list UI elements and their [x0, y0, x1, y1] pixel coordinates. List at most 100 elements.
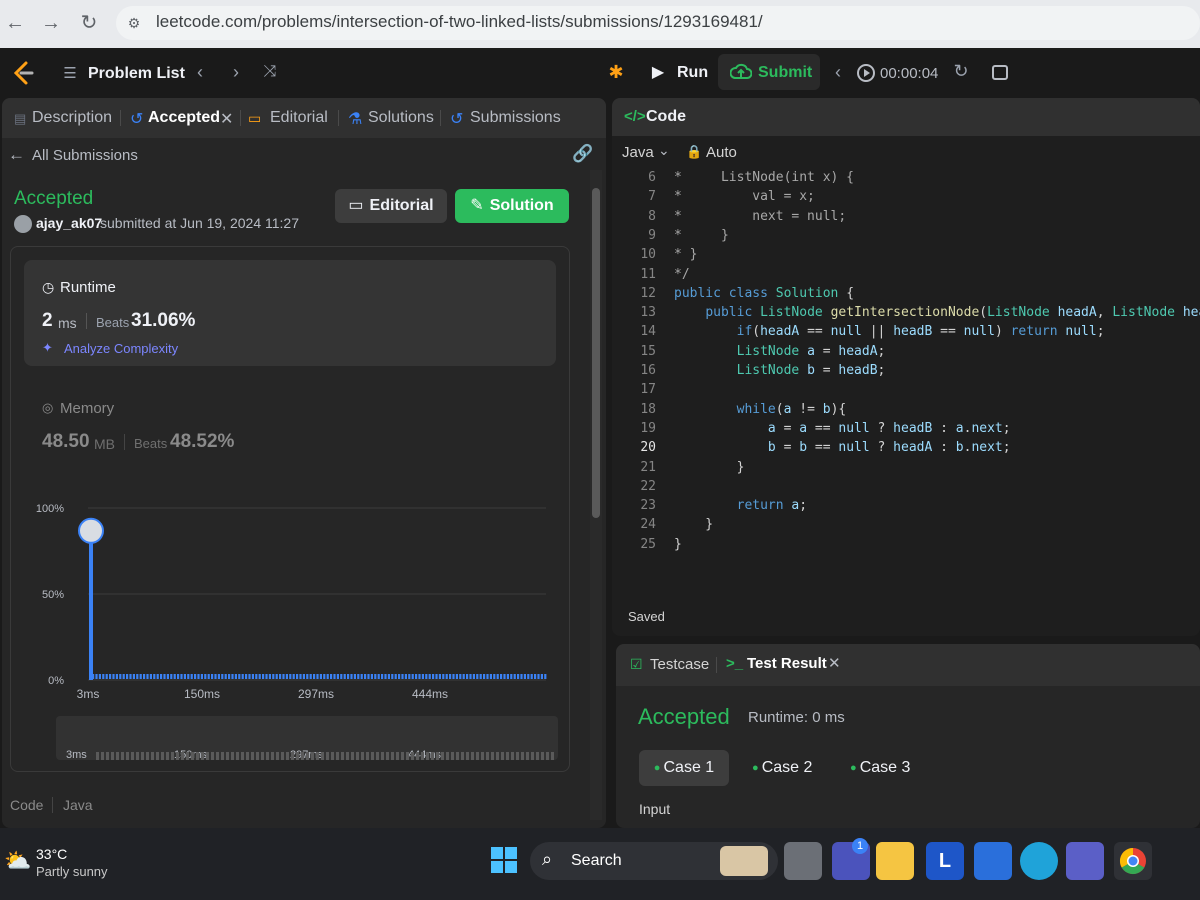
mini-bar — [306, 752, 309, 760]
memory-title[interactable]: Memory — [60, 400, 114, 417]
mini-bar — [426, 752, 429, 760]
code-line[interactable]: 7 * val = x; — [612, 187, 1200, 206]
edge-icon[interactable] — [1020, 842, 1058, 880]
distribution-bar — [357, 674, 360, 679]
mini-bar — [341, 752, 344, 760]
code-line[interactable]: 9 * } — [612, 226, 1200, 245]
mini-bar — [406, 752, 409, 760]
runtime-value: 2 — [42, 310, 53, 331]
code-line[interactable]: 23 return a; — [612, 496, 1200, 515]
tab-accepted[interactable]: Accepted — [148, 109, 220, 127]
reset-timer-icon[interactable]: ↻ — [950, 61, 972, 82]
run-button[interactable]: Run — [677, 64, 708, 82]
teams-icon[interactable] — [1066, 842, 1104, 880]
close-tab-icon[interactable]: ✕ — [220, 109, 233, 129]
leetcode-logo-icon[interactable] — [10, 60, 36, 88]
mini-bar — [526, 752, 529, 760]
language-select[interactable]: Java — [622, 144, 654, 161]
distribution-bar — [160, 674, 163, 679]
distribution-bar — [173, 674, 176, 679]
mini-bar — [351, 752, 354, 760]
chevron-right-icon[interactable]: › — [226, 62, 246, 83]
code-line[interactable]: 22 — [612, 477, 1200, 496]
distribution-bar — [500, 674, 503, 679]
code-line[interactable]: 8 * next = null; — [612, 207, 1200, 226]
file-explorer-icon[interactable] — [876, 842, 914, 880]
submit-label[interactable]: Submit — [758, 64, 812, 82]
chevron-left-icon[interactable]: ‹ — [190, 62, 210, 83]
distribution-bar — [415, 674, 418, 679]
timer-icon[interactable] — [856, 63, 876, 83]
code-line[interactable]: 20 b = b == null ? headA : b.next; — [612, 438, 1200, 457]
runtime-distribution-chart[interactable]: 100% 50% 0% 3ms 150ms 297ms 444ms — [30, 500, 560, 710]
distribution-bar — [333, 674, 336, 679]
tab-description[interactable]: Description — [32, 109, 112, 127]
analyze-complexity-link[interactable]: Analyze Complexity — [64, 341, 178, 356]
chevron-down-icon[interactable]: ⌄ — [658, 142, 670, 159]
code-line[interactable]: 6 * ListNode(int x) { — [612, 168, 1200, 187]
debug-icon[interactable]: ✱ — [604, 62, 628, 83]
mail-icon[interactable] — [974, 842, 1012, 880]
windows-start-icon[interactable] — [490, 846, 518, 874]
mini-bar — [531, 752, 534, 760]
collapse-timer-icon[interactable]: ‹ — [828, 62, 848, 83]
flask-icon: ⚗ — [348, 111, 363, 128]
mini-bar — [366, 752, 369, 760]
site-settings-icon[interactable]: ⚙ — [122, 12, 146, 34]
code-line[interactable]: 24 } — [612, 515, 1200, 534]
arrow-left-icon[interactable]: ← — [8, 145, 25, 165]
weather-icon[interactable]: ⛅ — [4, 848, 31, 874]
code-editor[interactable]: 6 * ListNode(int x) {7 * val = x; 8 * next =… — [612, 168, 1200, 588]
shuffle-icon[interactable]: ⤨ — [258, 63, 282, 81]
close-tab-icon[interactable]: ✕ — [828, 654, 841, 672]
tab-testcase[interactable]: Testcase — [650, 656, 709, 673]
reload-icon[interactable]: ↻ — [76, 10, 102, 36]
left-scrollbar-thumb[interactable] — [592, 188, 600, 518]
code-line[interactable]: 18 while(a != b){ — [612, 400, 1200, 419]
username[interactable]: ajay_ak07 — [36, 215, 102, 231]
tab-solutions[interactable]: Solutions — [368, 109, 434, 127]
solution-button[interactable]: ✎ Solution — [455, 189, 569, 223]
mini-bar — [116, 752, 119, 760]
tab-submissions[interactable]: Submissions — [470, 109, 561, 127]
weather-description[interactable]: Partly sunny — [36, 864, 108, 879]
code-line[interactable]: 21 } — [612, 458, 1200, 477]
auto-mode-label[interactable]: Auto — [706, 144, 737, 161]
mini-bar — [291, 752, 294, 760]
case-tab-2[interactable]: ● Case 2 — [752, 750, 812, 786]
temperature[interactable]: 33°C — [36, 846, 67, 862]
arrow-left-icon[interactable]: ← — [2, 10, 28, 36]
code-line[interactable]: 10 * } — [612, 245, 1200, 264]
mini-bar — [96, 752, 99, 760]
tab-editorial[interactable]: Editorial — [270, 109, 328, 127]
case-tab-3[interactable]: ● Case 3 — [850, 750, 910, 786]
notes-icon[interactable] — [992, 65, 1008, 80]
divider — [124, 434, 125, 450]
distribution-bar — [483, 674, 486, 679]
problem-list-link[interactable]: Problem List — [88, 65, 185, 83]
distribution-bar — [109, 674, 112, 679]
line-number: 15 — [640, 343, 656, 359]
l-app-icon[interactable]: L — [926, 842, 964, 880]
code-line[interactable]: 19 a = a == null ? headB : a.next; — [612, 419, 1200, 438]
code-line[interactable]: 16 ListNode b = headB; — [612, 361, 1200, 380]
mini-bar — [281, 752, 284, 760]
all-submissions-link[interactable]: All Submissions — [32, 147, 138, 164]
avatar[interactable] — [14, 215, 32, 233]
line-number: 8 — [648, 208, 656, 224]
arrow-right-icon[interactable]: → — [38, 10, 64, 36]
line-number: 13 — [640, 305, 656, 321]
code-line[interactable]: 17 — [612, 380, 1200, 399]
code-line[interactable]: 15 ListNode a = headA; — [612, 342, 1200, 361]
code-line[interactable]: 12 public class Solution { — [612, 284, 1200, 303]
play-icon[interactable]: ▶ — [648, 62, 668, 82]
case-tab-1[interactable]: ● Case 1 — [639, 750, 729, 786]
task-view-icon[interactable] — [784, 842, 822, 880]
code-line[interactable]: 13 public ListNode getIntersectionNode(L… — [612, 303, 1200, 322]
link-icon[interactable]: 🔗 — [572, 144, 593, 164]
tab-test-result[interactable]: Test Result — [747, 655, 827, 672]
code-line[interactable]: 14 if(headA == null || headB == null) re… — [612, 322, 1200, 341]
editorial-button[interactable]: ▭ Editorial — [335, 189, 447, 223]
code-line[interactable]: 11 */ — [612, 265, 1200, 284]
code-line[interactable]: 25} — [612, 535, 1200, 554]
